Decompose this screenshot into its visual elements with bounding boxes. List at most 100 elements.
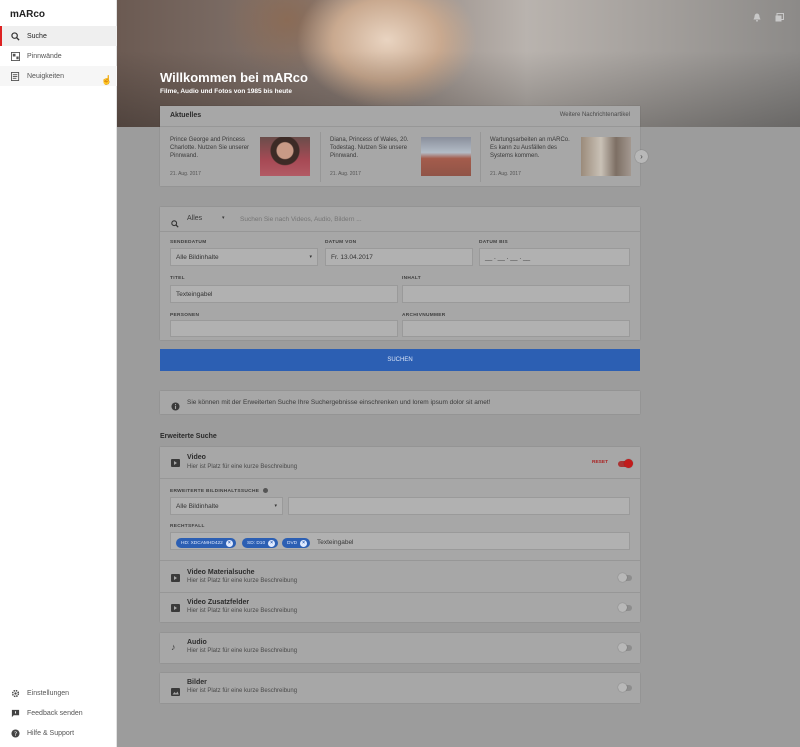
help-icon[interactable] [262,488,268,493]
search-panel: Alles ▾ SENDEDATUM Alle Bildinhalte ▾ DA… [160,207,640,340]
news-card-text: Prince George and Princess Charlotte. Nu… [170,137,250,159]
news-card-text: Wartungsarbeiten an mARCo. Es kann zu Au… [490,137,570,159]
sidebar-item-feedback[interactable]: Feedback senden [0,703,117,723]
video-toggle[interactable] [618,459,633,468]
inhalt-input[interactable] [402,285,630,303]
search-input[interactable] [238,212,628,226]
bell-icon[interactable] [753,9,762,22]
datum-von-label: DATUM VON [325,240,357,245]
chip-input-text[interactable]: Texteingabel [317,539,354,546]
pointer-cursor-icon: ☝ [101,75,113,85]
bilder-panel: Bilder Hier ist Platz für eine kurze Bes… [160,673,640,703]
bildinhalt-input[interactable] [288,497,630,515]
advanced-video-panel: Video Hier ist Platz für eine kurze Besc… [160,447,640,622]
search-scope-select[interactable]: Alles [187,215,202,222]
bilder-desc: Hier ist Platz für eine kurze Beschreibu… [187,688,298,694]
gear-icon [10,688,20,698]
audio-toggle[interactable] [618,643,632,652]
materialsuche-desc: Hier ist Platz für eine kurze Beschreibu… [187,578,298,584]
audio-title: Audio [187,639,207,646]
audio-panel: ♪ Audio Hier ist Platz für eine kurze Be… [160,633,640,663]
chip-sd[interactable]: SD: D10 × [242,538,279,548]
rechtsfall-chip-field[interactable] [170,532,630,550]
video-icon [171,459,180,467]
zusatzfelder-title: Video Zusatzfelder [187,599,250,606]
bildinhalt-select[interactable]: Alle Bildinhalte ▾ [170,497,283,515]
zusatzfelder-toggle[interactable] [618,603,632,612]
sidebar-item-label: Neuigkeiten [27,72,64,80]
news-card-date: 21. Aug. 2017 [490,171,521,177]
help-icon: ? [10,728,20,738]
hero-subtitle: Filme, Audio und Fotos von 1985 bis heut… [160,88,292,95]
image-icon [171,683,180,701]
sidebar-item-label: Pinnwände [27,52,62,60]
search-icon [10,31,20,41]
sidebar: mARco Suche Pinnwände Neuigkeiten ☝ Eins… [0,0,117,747]
datum-bis-field[interactable]: __ . __ . __ . __ [479,248,630,266]
sidebar-item-einstellungen[interactable]: Einstellungen [0,683,117,703]
datum-bis-label: DATUM BIS [479,240,508,245]
svg-text:?: ? [13,730,16,737]
news-card-text: Diana, Princess of Wales, 20. Todestag. … [330,137,409,159]
bilder-title: Bilder [187,679,207,686]
hero-title: Willkommen bei mARco [160,70,308,85]
video-section-desc: Hier ist Platz für eine kurze Beschreibu… [187,464,298,470]
sidebar-item-label: Suche [27,32,47,40]
advanced-search-title: Erweiterte Suche [160,433,217,440]
sidebar-item-pinnwaende[interactable]: Pinnwände [0,46,117,66]
close-icon[interactable]: × [225,539,233,547]
chip-hd[interactable]: HD: XDCAMHD422 × [176,538,236,548]
sidebar-item-label: Hilfe & Support [27,729,75,737]
sendedatum-select[interactable]: Alle Bildinhalte ▾ [170,248,318,266]
zusatzfelder-desc: Hier ist Platz für eine kurze Beschreibu… [187,608,298,614]
news-thumbnail [260,137,310,176]
video-reset-button[interactable]: RESET [592,460,608,465]
rechtsfall-label: RECHTSFALL [170,524,205,529]
news-next-button[interactable]: › [635,150,648,163]
feedback-icon [10,708,20,718]
video-section-title: Video [187,454,206,461]
personen-label: PERSONEN [170,313,200,318]
materialsuche-toggle[interactable] [618,573,632,582]
news-card-date: 21. Aug. 2017 [330,171,361,177]
personen-input[interactable] [170,320,398,337]
caret-down-icon: ▾ [274,503,277,509]
sidebar-item-label: Einstellungen [27,689,70,697]
app-brand: mARco [10,9,46,20]
close-icon[interactable]: × [268,539,276,547]
bildinhalt-value: Alle Bildinhalte [176,502,219,510]
sendedatum-label: SENDEDATUM [170,240,207,245]
news-header: Aktuelles [170,112,202,119]
caret-down-icon: ▾ [309,254,312,260]
gallery-icon[interactable] [775,9,784,22]
info-text: Sie können mit der Erweiterten Suche Ihr… [187,399,491,406]
sidebar-item-label: Feedback senden [27,709,83,717]
close-icon[interactable]: × [300,539,308,547]
inhalt-label: INHALT [402,276,422,281]
news-thumbnail [581,137,631,176]
sendedatum-value: Alle Bildinhalte [176,253,219,261]
search-submit-button[interactable]: SUCHEN [160,349,640,371]
titel-label: TITEL [170,276,185,281]
bilder-toggle[interactable] [618,683,632,692]
news-more-link[interactable]: Weitere Nachrichtenartikel [560,112,630,118]
titel-input[interactable]: Texteingabel [170,285,398,303]
caret-down-icon: ▾ [222,215,225,221]
info-icon [171,398,180,416]
video-icon [171,604,180,612]
info-banner: Sie können mit der Erweiterten Suche Ihr… [160,391,640,414]
bildinhalt-label: ERWEITERTE BILDINHALTSSUCHE [170,488,268,494]
chevron-right-icon: › [640,152,643,161]
music-note-icon: ♪ [171,642,176,652]
video-icon [171,574,180,582]
sidebar-item-suche[interactable]: Suche [0,26,117,46]
audio-desc: Hier ist Platz für eine kurze Beschreibu… [187,648,298,654]
sidebar-item-neuigkeiten[interactable]: Neuigkeiten [0,66,117,86]
sidebar-item-hilfe[interactable]: ? Hilfe & Support [0,723,117,743]
news-thumbnail [421,137,471,176]
datum-von-field[interactable]: Fr. 13.04.2017 [325,248,473,266]
news-card-date: 21. Aug. 2017 [170,171,201,177]
archivnummer-label: ARCHIVNUMMER [402,313,446,318]
chip-dvd[interactable]: DVD × [282,538,311,548]
archivnummer-input[interactable] [402,320,630,337]
